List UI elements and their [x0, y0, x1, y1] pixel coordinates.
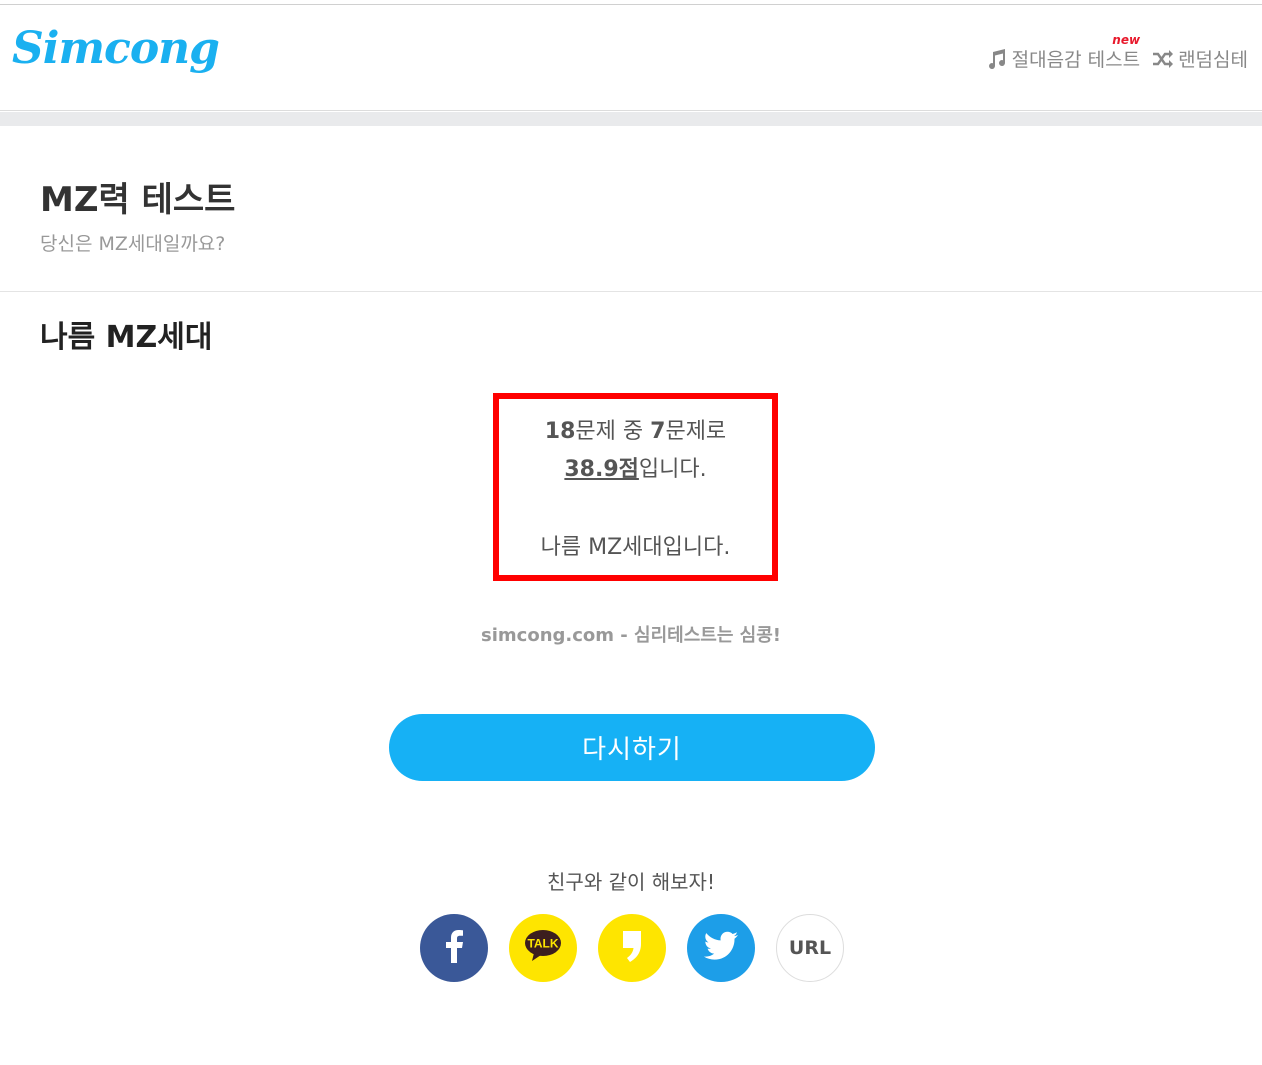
correct-suffix: 문제로 — [665, 419, 727, 444]
new-badge: new — [1112, 33, 1141, 47]
result-line-1: 18문제 중 7문제로 — [499, 413, 772, 451]
facebook-share-button[interactable] — [420, 914, 488, 982]
result-line-2: 38.9점입니다. — [499, 451, 772, 489]
kakaotalk-share-button[interactable]: TALK — [509, 914, 577, 982]
section-divider — [0, 291, 1262, 292]
nav-label: 절대음감 테스트 — [1011, 49, 1141, 71]
facebook-icon — [444, 929, 464, 967]
score-value: 38.9점 — [564, 457, 639, 482]
share-label: 친구와 같이 해보자! — [547, 870, 715, 894]
page-subtitle: 당신은 MZ세대일까요? — [40, 233, 226, 255]
score-suffix: 입니다. — [638, 457, 707, 482]
test-title-block: MZ력 테스트 당신은 MZ세대일까요? — [40, 172, 235, 256]
site-header: Simcong 절대음감 테스트 new 랜덤심테 — [0, 5, 1262, 111]
nav-label: 랜덤심테 — [1178, 49, 1248, 71]
talk-text: TALK — [527, 937, 558, 951]
music-note-icon — [986, 48, 1008, 70]
result-verdict: 나름 MZ세대입니다. — [540, 535, 731, 560]
shuffle-icon — [1152, 49, 1174, 69]
total-suffix: 문제 중 — [575, 419, 651, 444]
site-credit: simcong.com - 심리테스트는 심콩! — [481, 625, 781, 646]
twitter-icon — [703, 931, 739, 965]
twitter-share-button[interactable] — [687, 914, 755, 982]
url-copy-button[interactable]: URL — [776, 914, 844, 982]
correct-count: 7 — [650, 419, 666, 444]
page-title: MZ력 테스트 — [40, 180, 236, 220]
total-count: 18 — [544, 419, 576, 444]
retry-button[interactable]: 다시하기 — [389, 714, 875, 781]
kakaotalk-icon: TALK — [523, 929, 563, 967]
nav-item-perfect-pitch[interactable]: 절대음감 테스트 new — [986, 33, 1141, 72]
site-logo[interactable]: Simcong — [12, 23, 220, 74]
nav-item-random-test[interactable]: 랜덤심테 — [1152, 45, 1248, 72]
kakaostory-icon — [620, 929, 644, 967]
header-separator-band — [0, 112, 1262, 126]
result-heading: 나름 MZ세대 — [40, 320, 213, 355]
result-summary-box: 18문제 중 7문제로 38.9점입니다. 나름 MZ세대입니다. — [493, 393, 778, 581]
kakaostory-share-button[interactable] — [598, 914, 666, 982]
header-nav: 절대음감 테스트 new 랜덤심테 — [986, 33, 1248, 72]
share-buttons: TALK URL — [420, 914, 844, 982]
